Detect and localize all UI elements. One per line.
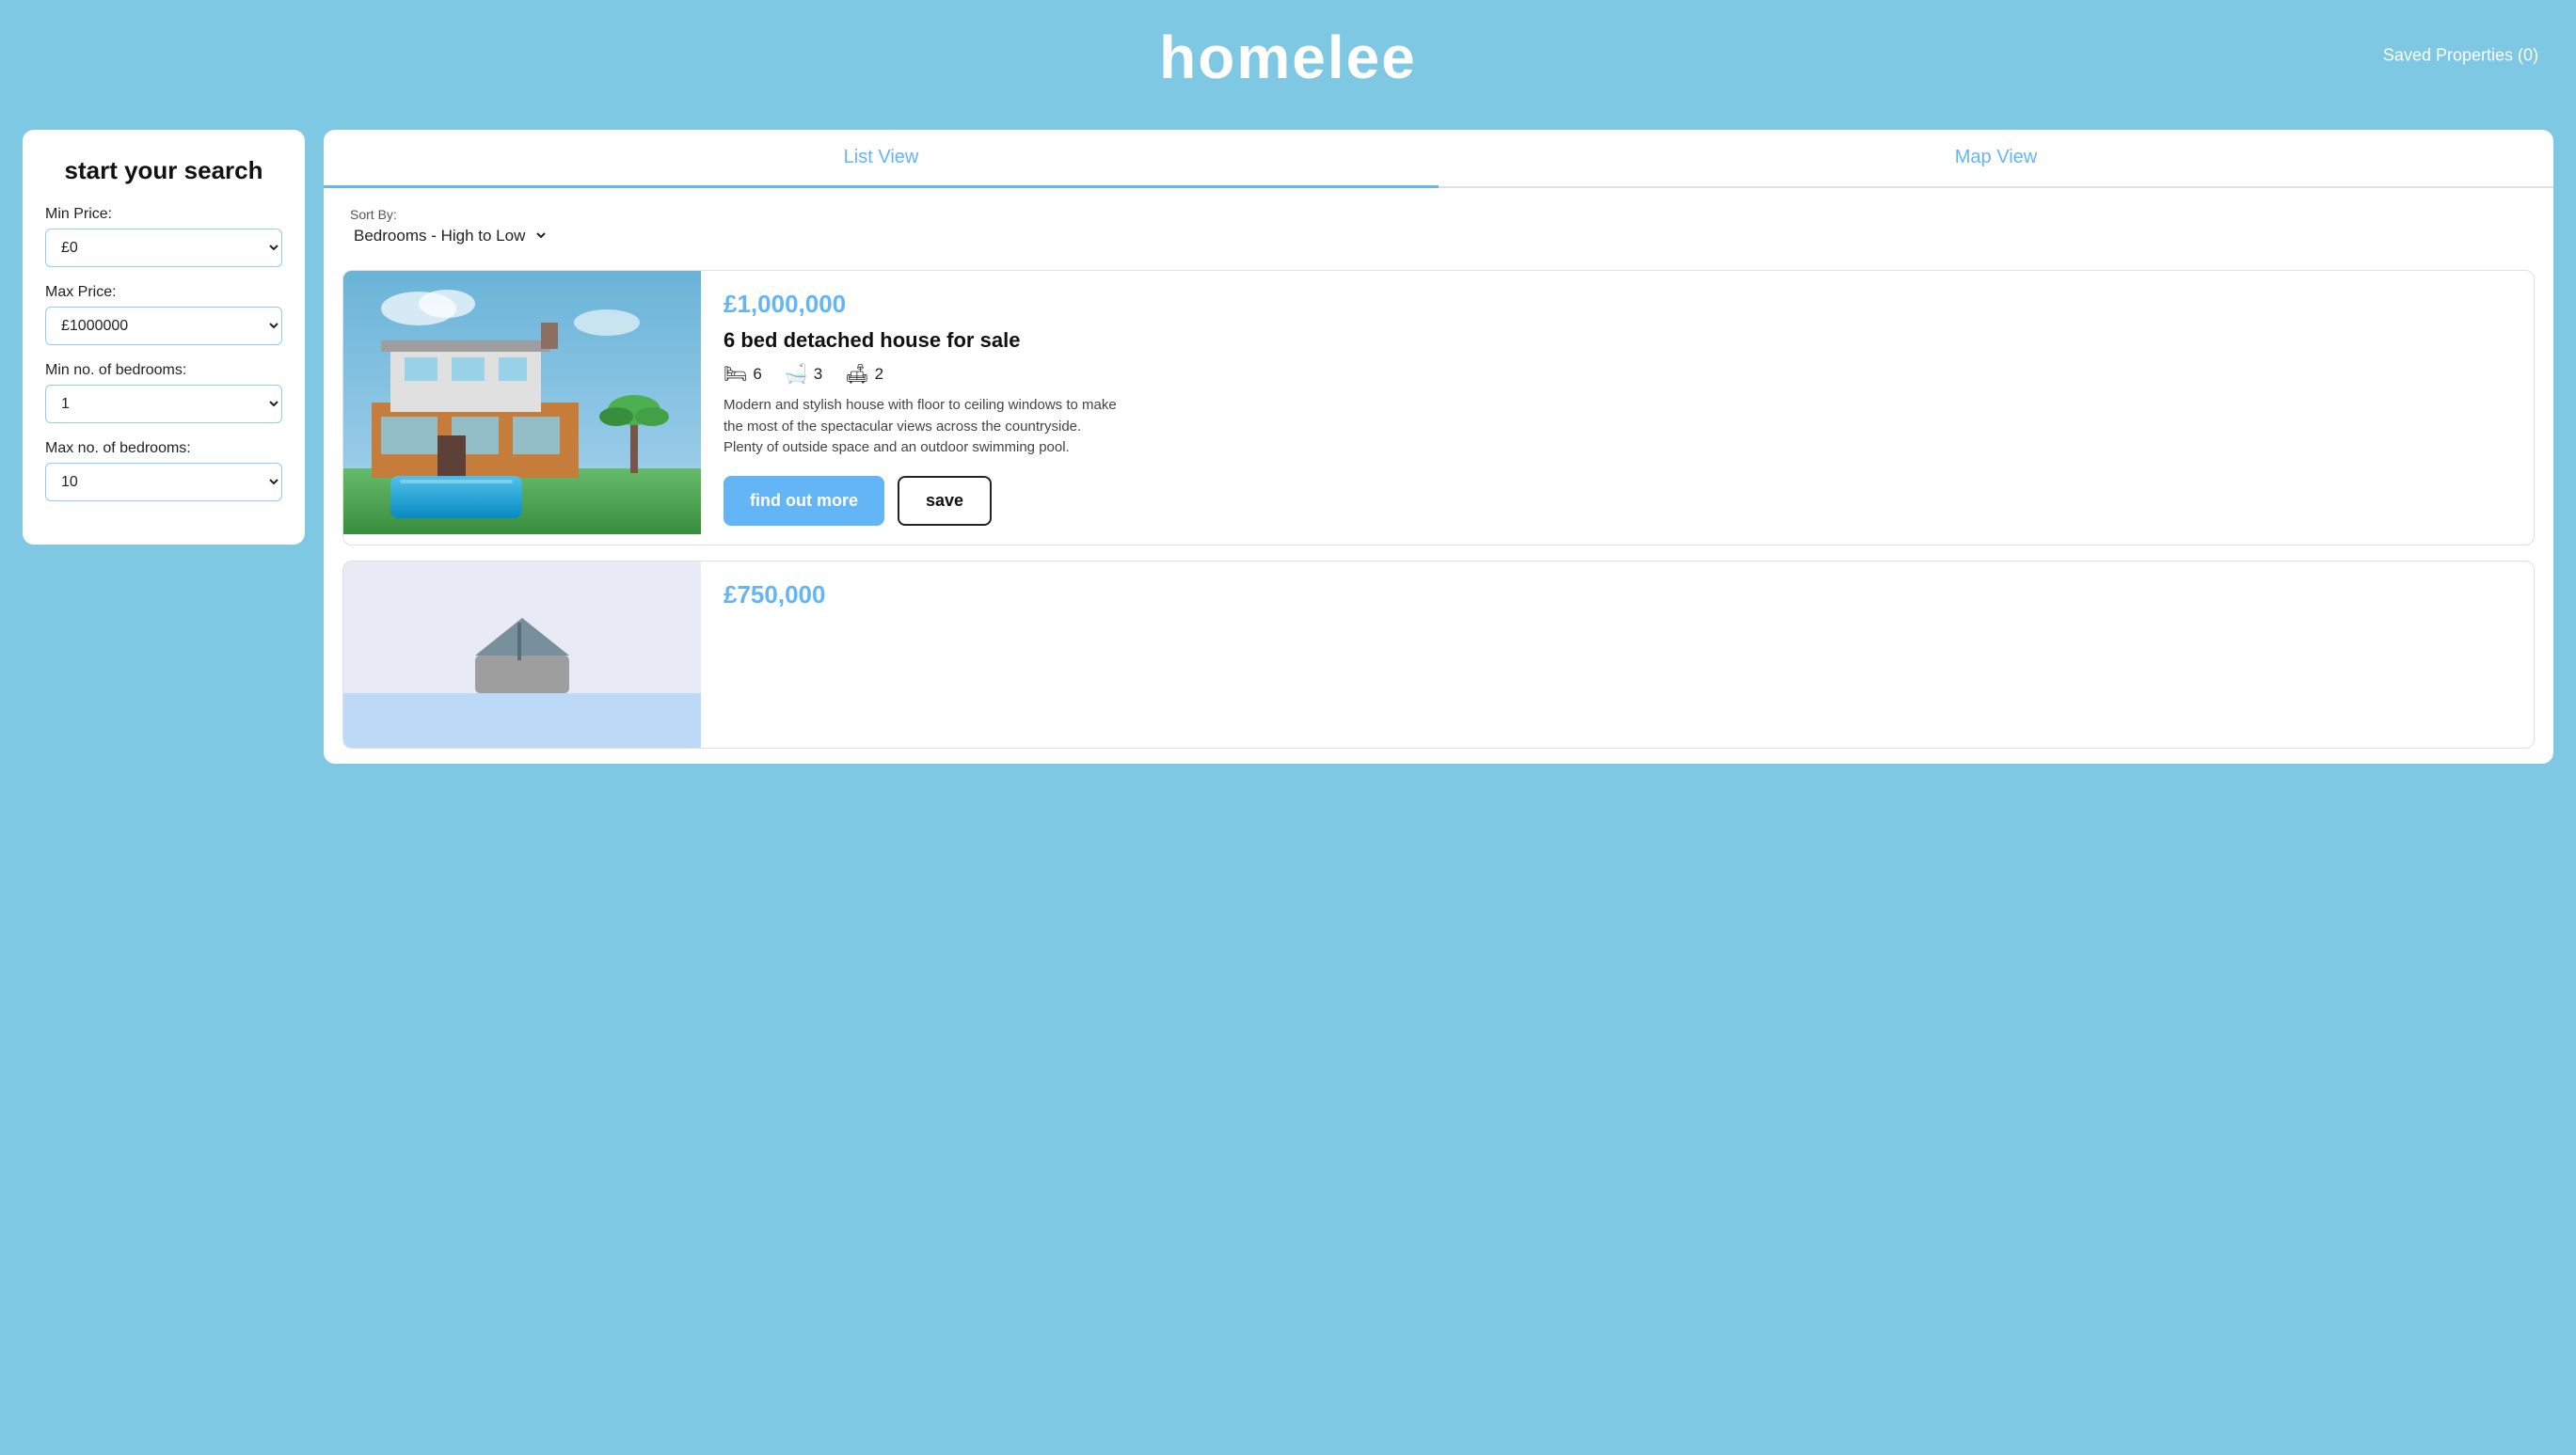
property-description: Modern and stylish house with floor to c…: [724, 395, 1119, 459]
search-panel: start your search Min Price: £0 £50000 £…: [23, 130, 305, 545]
max-bedrooms-select[interactable]: 1 2 3 4 5 6 7 8 9 10: [45, 463, 282, 501]
app-title: homelee: [0, 23, 2576, 92]
save-button[interactable]: save: [898, 476, 992, 526]
max-price-select[interactable]: £100000 £200000 £500000 £750000 £1000000: [45, 307, 282, 345]
property-image: [343, 271, 701, 534]
bed-icon: 🛏: [724, 362, 747, 386]
min-price-label: Min Price:: [45, 206, 282, 223]
bedrooms-count: 6: [753, 365, 761, 384]
property-card: £750,000: [342, 561, 2535, 749]
max-price-group: Max Price: £100000 £200000 £500000 £7500…: [45, 284, 282, 345]
sort-select[interactable]: Bedrooms - High to Low Bedrooms - Low to…: [350, 226, 549, 245]
find-out-more-button[interactable]: find out more: [724, 476, 884, 526]
saved-properties-link[interactable]: Saved Properties (0): [2383, 46, 2538, 66]
bathrooms-feature: 🛁 3: [785, 362, 822, 386]
min-bedrooms-select[interactable]: 1 2 3 4 5 6 7 8 9 10: [45, 385, 282, 423]
property-title: 6 bed detached house for sale: [724, 328, 2511, 353]
tab-map-view[interactable]: Map View: [1439, 130, 2553, 188]
property-card: £1,000,000 6 bed detached house for sale…: [342, 270, 2535, 546]
bathrooms-count: 3: [814, 365, 822, 384]
property-actions: find out more save: [724, 476, 2511, 526]
property-details-2: £750,000: [701, 561, 2534, 748]
properties-list: £1,000,000 6 bed detached house for sale…: [324, 255, 2553, 764]
property-price: £1,000,000: [724, 290, 2511, 319]
max-bedrooms-label: Max no. of bedrooms:: [45, 440, 282, 457]
property-features: 🛏 6 🛁 3 🛋 2: [724, 362, 2511, 386]
bath-icon: 🛁: [785, 362, 808, 386]
max-bedrooms-group: Max no. of bedrooms: 1 2 3 4 5 6 7 8 9 1…: [45, 440, 282, 501]
reception-feature: 🛋 2: [845, 362, 883, 386]
sofa-icon: 🛋: [845, 362, 868, 386]
min-bedrooms-group: Min no. of bedrooms: 1 2 3 4 5 6 7 8 9 1…: [45, 362, 282, 423]
header: homelee Saved Properties (0): [0, 0, 2576, 111]
min-price-select[interactable]: £0 £50000 £100000 £200000 £300000 £50000…: [45, 229, 282, 267]
search-panel-title: start your search: [45, 156, 282, 185]
property-image-2: [343, 561, 701, 749]
view-tabs: List View Map View: [324, 130, 2553, 188]
max-price-label: Max Price:: [45, 284, 282, 301]
sort-label: Sort By:: [350, 207, 2527, 222]
sort-section: Sort By: Bedrooms - High to Low Bedrooms…: [324, 188, 2553, 255]
property-details: £1,000,000 6 bed detached house for sale…: [701, 271, 2534, 545]
main-layout: start your search Min Price: £0 £50000 £…: [0, 111, 2576, 783]
min-bedrooms-label: Min no. of bedrooms:: [45, 362, 282, 379]
min-price-group: Min Price: £0 £50000 £100000 £200000 £30…: [45, 206, 282, 267]
tab-list-view[interactable]: List View: [324, 130, 1439, 188]
bedrooms-feature: 🛏 6: [724, 362, 762, 386]
reception-count: 2: [875, 365, 883, 384]
results-panel: List View Map View Sort By: Bedrooms - H…: [324, 130, 2553, 764]
property-price-2: £750,000: [724, 580, 2511, 609]
